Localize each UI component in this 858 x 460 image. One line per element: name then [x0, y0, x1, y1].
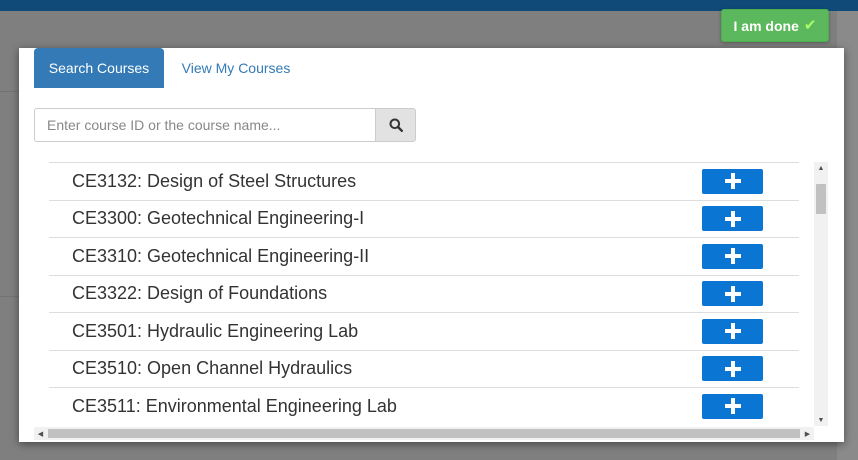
course-name: CE3310: Geotechnical Engineering-II: [72, 245, 370, 266]
course-row: CE3132: Design of Steel Structures: [49, 162, 799, 200]
plus-icon: [724, 360, 741, 377]
scroll-left-arrow-icon[interactable]: ◀: [34, 427, 47, 440]
plus-icon: [724, 285, 741, 302]
horizontal-scroll-thumb[interactable]: [48, 429, 800, 438]
background-divider: [0, 296, 19, 297]
add-course-button[interactable]: [702, 393, 763, 419]
course-row: CE3501: Hydraulic Engineering Lab: [49, 312, 799, 350]
search-bar: [34, 108, 416, 142]
course-row: CE3510: Open Channel Hydraulics: [49, 349, 799, 388]
add-course-button[interactable]: [702, 281, 763, 307]
plus-icon: [724, 248, 741, 265]
add-course-button[interactable]: [702, 168, 763, 194]
course-row: CE3300: Geotechnical Engineering-I: [49, 199, 799, 238]
course-row: CE3511: Environmental Engineering Lab: [49, 387, 799, 425]
course-name: CE3510: Open Channel Hydraulics: [72, 358, 353, 379]
course-name: CE3511: Environmental Engineering Lab: [72, 395, 397, 416]
done-button-label: I am done: [733, 17, 799, 34]
course-row: CE3310: Geotechnical Engineering-II: [49, 237, 799, 275]
add-course-button[interactable]: [702, 243, 763, 269]
checkmark-icon: ✔: [803, 17, 817, 34]
add-course-button[interactable]: [702, 356, 763, 382]
vertical-scroll-thumb[interactable]: [816, 184, 826, 214]
course-list: CE3132: Design of Steel Structures CE330…: [49, 162, 799, 426]
plus-icon: [724, 210, 741, 227]
tab-view-my-courses[interactable]: View My Courses: [169, 48, 303, 88]
scroll-up-arrow-icon[interactable]: ▲: [814, 162, 828, 174]
horizontal-scrollbar[interactable]: ◀ ▶: [34, 427, 814, 440]
course-row: CE3322: Design of Foundations: [49, 274, 799, 313]
i-am-done-button[interactable]: I am done ✔: [721, 9, 829, 42]
course-name: CE3501: Hydraulic Engineering Lab: [72, 320, 359, 341]
plus-icon: [724, 398, 741, 415]
search-button[interactable]: [375, 108, 416, 142]
plus-icon: [724, 323, 741, 340]
scroll-down-arrow-icon[interactable]: ▼: [814, 414, 828, 426]
plus-icon: [724, 173, 741, 190]
add-course-button[interactable]: [702, 206, 763, 232]
course-name: CE3132: Design of Steel Structures: [72, 170, 357, 191]
scroll-right-arrow-icon[interactable]: ▶: [801, 427, 814, 440]
background-divider: [0, 91, 19, 92]
course-name: CE3322: Design of Foundations: [72, 283, 328, 304]
add-course-button[interactable]: [702, 318, 763, 344]
search-input[interactable]: [34, 108, 375, 142]
tab-search-courses[interactable]: Search Courses: [34, 48, 164, 88]
vertical-scrollbar[interactable]: ▲ ▼: [814, 162, 828, 426]
course-search-modal: Search Courses View My Courses CE3132: D…: [19, 48, 844, 442]
search-icon: [389, 118, 403, 132]
course-name: CE3300: Geotechnical Engineering-I: [72, 208, 365, 229]
